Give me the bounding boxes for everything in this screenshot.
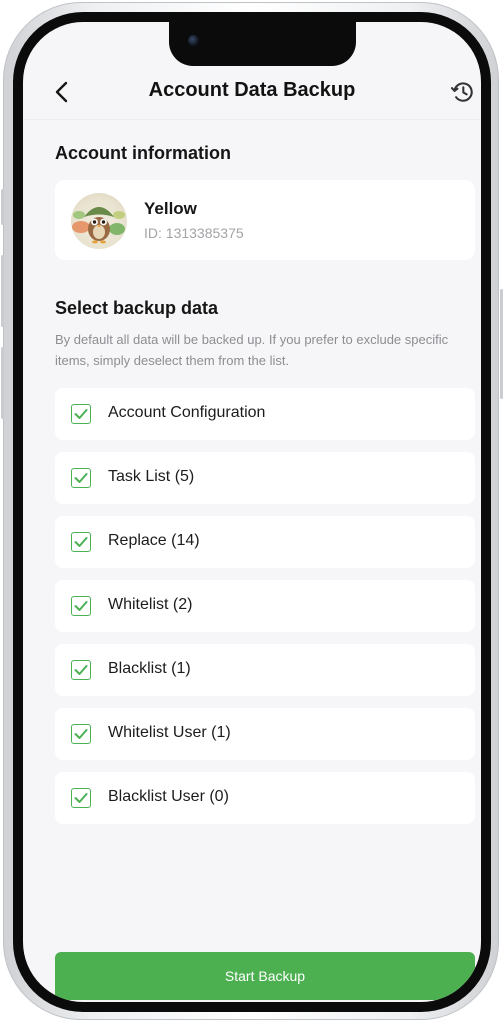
volume-down-button [1, 347, 4, 419]
backup-item-whitelist-user[interactable]: Whitelist User (1) [55, 708, 475, 760]
backup-item-label: Task List (5) [108, 468, 195, 485]
account-section-title: Account information [55, 143, 231, 163]
checkbox[interactable] [71, 724, 91, 744]
checkbox[interactable] [71, 596, 91, 616]
checkbox[interactable] [71, 404, 91, 424]
checkmark-icon [74, 537, 88, 547]
checkbox[interactable] [71, 660, 91, 680]
checkbox[interactable] [71, 468, 91, 488]
checkmark-icon [74, 793, 88, 803]
account-card: Yellow ID: 1313385375 [55, 180, 475, 260]
nav-header: Account Data Backup [23, 66, 481, 120]
account-name: Yellow [144, 199, 197, 218]
page-title: Account Data Backup [148, 79, 356, 101]
backup-item-task-list[interactable]: Task List (5) [55, 452, 475, 504]
checkmark-icon [74, 729, 88, 739]
backup-item-label: Whitelist (2) [108, 596, 193, 613]
power-button [500, 289, 503, 399]
backup-section-title: Select backup data [55, 298, 219, 318]
front-camera [188, 35, 199, 46]
backup-item-whitelist[interactable]: Whitelist (2) [55, 580, 475, 632]
backup-item-label: Blacklist (1) [108, 660, 191, 677]
notch [169, 22, 356, 66]
checkmark-icon [74, 601, 88, 611]
checkmark-icon [74, 665, 88, 675]
volume-up-button [1, 255, 4, 327]
checkmark-icon [74, 409, 88, 419]
backup-hint-text: By default all data will be backed up. I… [55, 332, 449, 368]
backup-item-label: Blacklist User (0) [108, 788, 229, 805]
backup-item-label: Replace (14) [108, 532, 200, 549]
avatar [71, 193, 127, 249]
history-icon [450, 82, 473, 102]
checkbox[interactable] [71, 532, 91, 552]
back-button[interactable] [47, 76, 79, 108]
backup-item-account-configuration[interactable]: Account Configuration [55, 388, 475, 440]
checkbox[interactable] [71, 788, 91, 808]
checkmark-icon [74, 473, 88, 483]
backup-item-blacklist[interactable]: Blacklist (1) [55, 644, 475, 696]
start-backup-button[interactable]: Start Backup [55, 952, 475, 1000]
backup-item-label: Account Configuration [108, 404, 266, 421]
app-screen: Account Data Backup Account information [23, 22, 481, 1002]
backup-item-label: Whitelist User (1) [108, 724, 231, 741]
backup-item-replace[interactable]: Replace (14) [55, 516, 475, 568]
mute-switch [1, 189, 4, 225]
avatar-owl-illustration [72, 207, 125, 244]
chevron-left-icon [55, 81, 68, 103]
phone-frame: Account Data Backup Account information [1, 2, 503, 1020]
backup-item-blacklist-user[interactable]: Blacklist User (0) [55, 772, 475, 824]
account-id: ID: 1313385375 [144, 225, 244, 241]
phone-bezel: Account Data Backup Account information [13, 12, 491, 1012]
history-button[interactable] [447, 76, 479, 108]
